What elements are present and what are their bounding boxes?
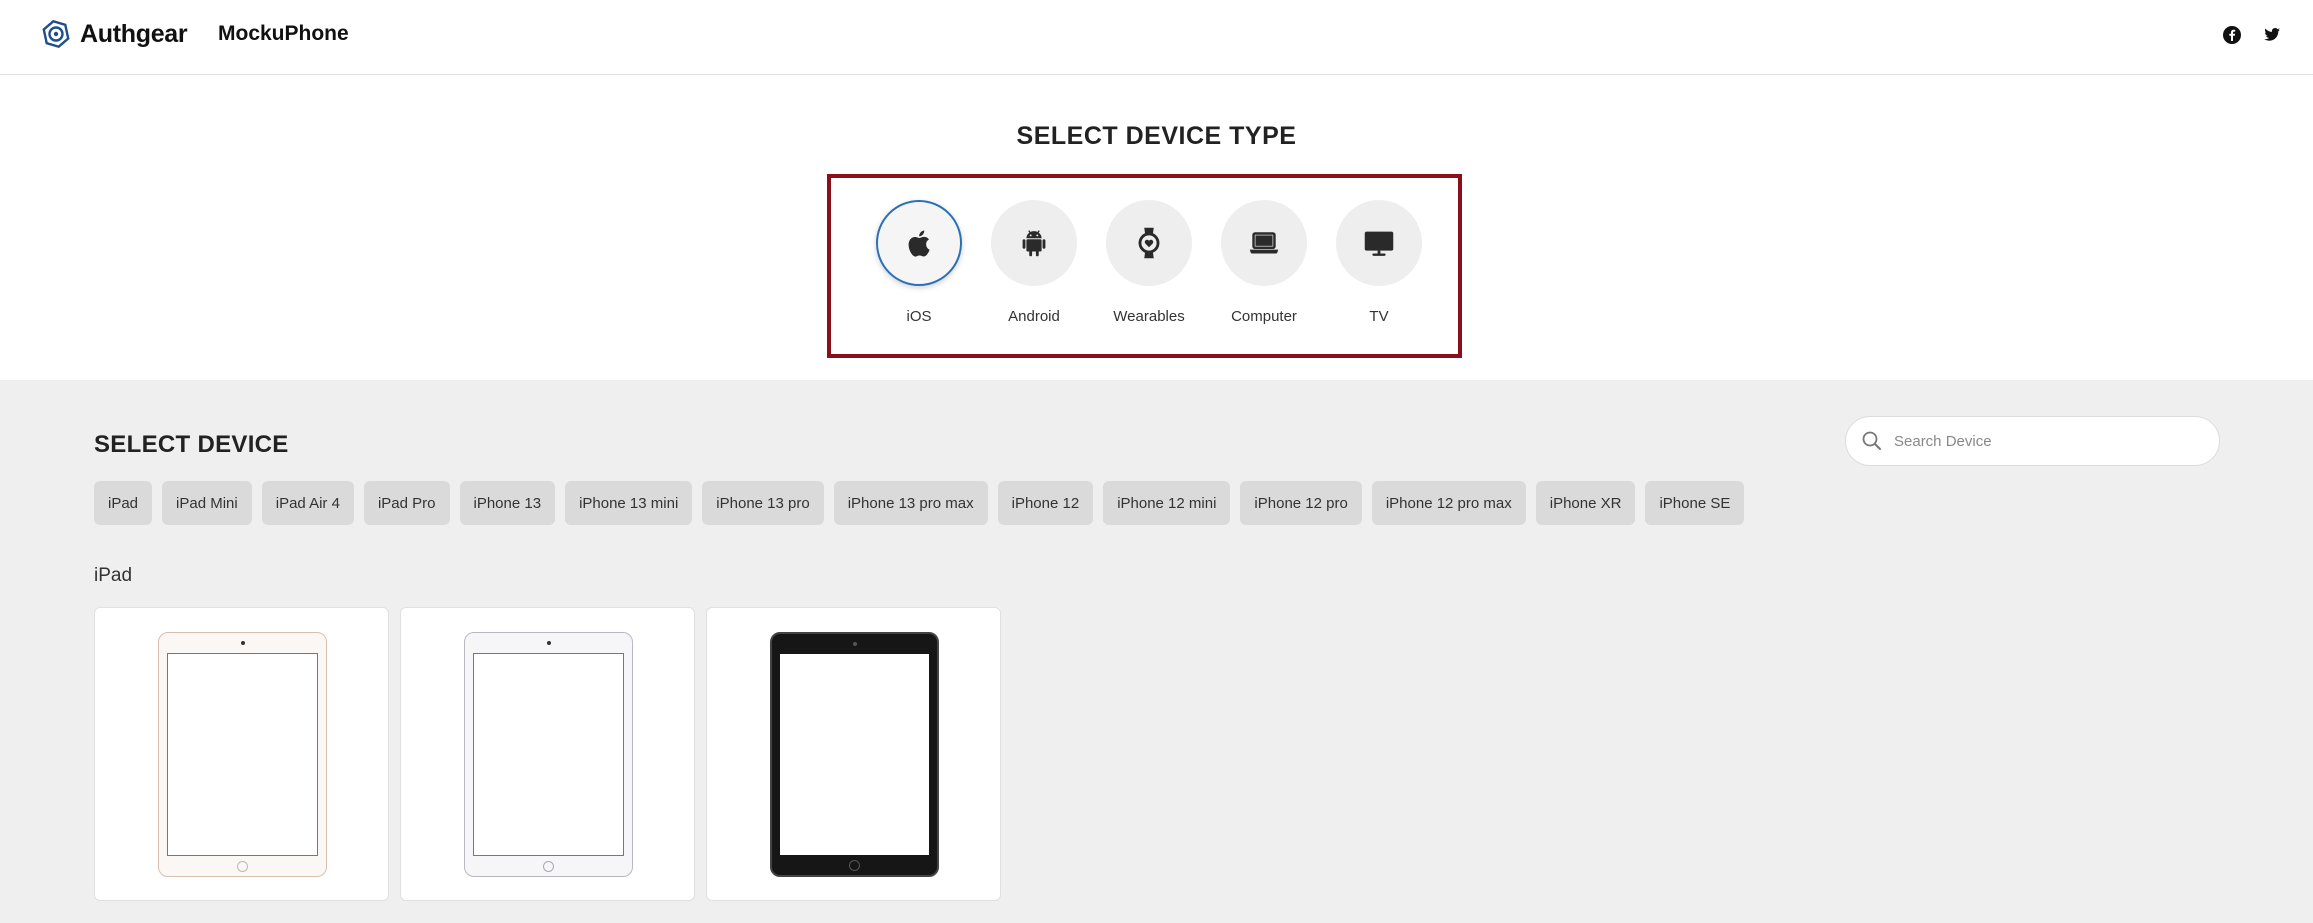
- device-chip[interactable]: iPhone 12: [997, 481, 1094, 525]
- device-section-title: SELECT DEVICE: [94, 431, 289, 458]
- device-type-wearables-label: Wearables: [1113, 308, 1185, 325]
- apple-icon: [908, 230, 930, 257]
- device-type-section: SELECT DEVICE TYPE iOS Android Wearables…: [0, 76, 2313, 380]
- camera-dot: [240, 641, 245, 645]
- device-card-list: [94, 607, 1001, 901]
- device-type-ios-label: iOS: [906, 308, 932, 325]
- device-type-computer-label: Computer: [1231, 308, 1297, 325]
- tv-icon: [1364, 231, 1394, 256]
- device-chip[interactable]: iPhone 13 mini: [565, 481, 693, 525]
- device-type-tv[interactable]: TV: [1336, 200, 1422, 325]
- home-button: [236, 861, 248, 872]
- device-chip-list: iPad iPad Mini iPad Air 4 iPad Pro iPhon…: [94, 481, 1745, 525]
- device-type-computer-circle[interactable]: [1221, 200, 1307, 286]
- facebook-icon[interactable]: [2222, 25, 2242, 45]
- device-card-ipad-gold[interactable]: [94, 607, 389, 901]
- device-section: SELECT DEVICE iPad iPad Mini iPad Air 4 …: [0, 380, 2313, 923]
- device-card-ipad-silver[interactable]: [400, 607, 695, 901]
- device-type-android[interactable]: Android: [991, 200, 1077, 325]
- ipad-silver-mockup: [464, 632, 633, 877]
- device-search-input[interactable]: [1894, 423, 2204, 459]
- ipad-black-mockup: [770, 632, 939, 877]
- twitter-icon[interactable]: [2262, 25, 2282, 45]
- device-type-title: SELECT DEVICE TYPE: [1016, 122, 1297, 150]
- device-type-highlight-box: iOS Android Wearables Computer TV: [827, 174, 1462, 358]
- device-type-ios[interactable]: iOS: [876, 200, 962, 325]
- device-chip[interactable]: iPhone XR: [1535, 481, 1636, 525]
- device-chip[interactable]: iPhone 13 pro: [702, 481, 824, 525]
- ipad-gold-mockup: [158, 632, 327, 877]
- device-chip[interactable]: iPad Pro: [363, 481, 450, 525]
- device-screen: [167, 653, 318, 856]
- device-type-tv-label: TV: [1369, 308, 1389, 325]
- device-chip[interactable]: iPad: [94, 481, 153, 525]
- product-name-link[interactable]: MockuPhone: [218, 22, 349, 46]
- device-chip[interactable]: iPhone 13 pro max: [833, 481, 988, 525]
- top-header: Authgear MockuPhone: [0, 0, 2313, 75]
- authgear-logo-icon: [42, 19, 70, 49]
- brand-name: Authgear: [80, 19, 188, 48]
- device-group-title: iPad: [94, 565, 133, 586]
- home-button: [848, 860, 860, 871]
- device-type-tv-circle[interactable]: [1336, 200, 1422, 286]
- device-chip[interactable]: iPhone 12 mini: [1103, 481, 1231, 525]
- camera-dot: [546, 641, 551, 645]
- device-chip[interactable]: iPhone SE: [1645, 481, 1745, 525]
- device-chip[interactable]: iPad Air 4: [261, 481, 354, 525]
- smartwatch-icon: [1138, 227, 1160, 259]
- android-icon: [1022, 230, 1046, 257]
- device-type-computer[interactable]: Computer: [1221, 200, 1307, 325]
- device-chip[interactable]: iPhone 12 pro: [1240, 481, 1362, 525]
- device-search-box[interactable]: [1845, 416, 2220, 466]
- home-button: [542, 861, 554, 872]
- search-icon: [1862, 431, 1881, 450]
- device-chip[interactable]: iPad Mini: [162, 481, 252, 525]
- device-type-android-circle[interactable]: [991, 200, 1077, 286]
- camera-dot: [852, 642, 857, 646]
- device-chip[interactable]: iPhone 13: [459, 481, 556, 525]
- device-type-wearables[interactable]: Wearables: [1106, 200, 1192, 325]
- device-screen: [473, 653, 624, 856]
- device-type-wearables-circle[interactable]: [1106, 200, 1192, 286]
- brand-link[interactable]: Authgear: [40, 18, 188, 50]
- device-chip[interactable]: iPhone 12 pro max: [1371, 481, 1526, 525]
- laptop-icon: [1249, 232, 1279, 254]
- device-type-ios-circle[interactable]: [876, 200, 962, 286]
- device-screen: [780, 654, 929, 855]
- device-card-ipad-black[interactable]: [706, 607, 1001, 901]
- device-type-android-label: Android: [1008, 308, 1060, 325]
